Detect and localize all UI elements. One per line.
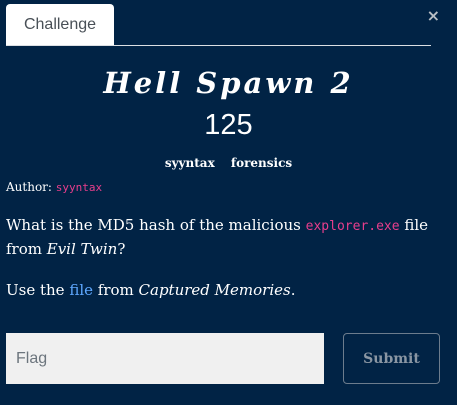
tag: syyntax	[164, 156, 215, 170]
description-code: explorer.exe	[305, 219, 400, 234]
author-line: Author: syyntax	[6, 179, 102, 196]
challenge-description: What is the MD5 hash of the malicious ex…	[6, 214, 446, 261]
description-text: What is the MD5 hash of the malicious	[6, 216, 306, 234]
author-name: syyntax	[55, 181, 103, 194]
tab-challenge[interactable]: Challenge	[6, 4, 114, 45]
challenge-title: Hell Spawn 2	[103, 66, 354, 100]
author-label: Author:	[6, 180, 52, 194]
challenge-hint: Use the file from Captured Memories.	[6, 279, 446, 302]
tag: forensics	[230, 156, 293, 170]
challenge-tags: syyntax forensics	[0, 155, 457, 171]
flag-input[interactable]	[6, 333, 324, 384]
challenge-points: 125	[204, 109, 253, 141]
hint-text: Use the	[6, 281, 70, 299]
hint-text: .	[290, 281, 296, 299]
tab-bar: Challenge	[6, 4, 431, 46]
submit-button[interactable]: Submit	[343, 333, 440, 384]
close-icon[interactable]: ×	[427, 6, 440, 26]
hint-emphasis: Captured Memories	[138, 281, 291, 299]
file-link[interactable]: file	[69, 281, 93, 299]
hint-text: from	[93, 281, 139, 299]
description-text: ?	[117, 240, 126, 258]
description-emphasis: Evil Twin	[46, 240, 118, 258]
